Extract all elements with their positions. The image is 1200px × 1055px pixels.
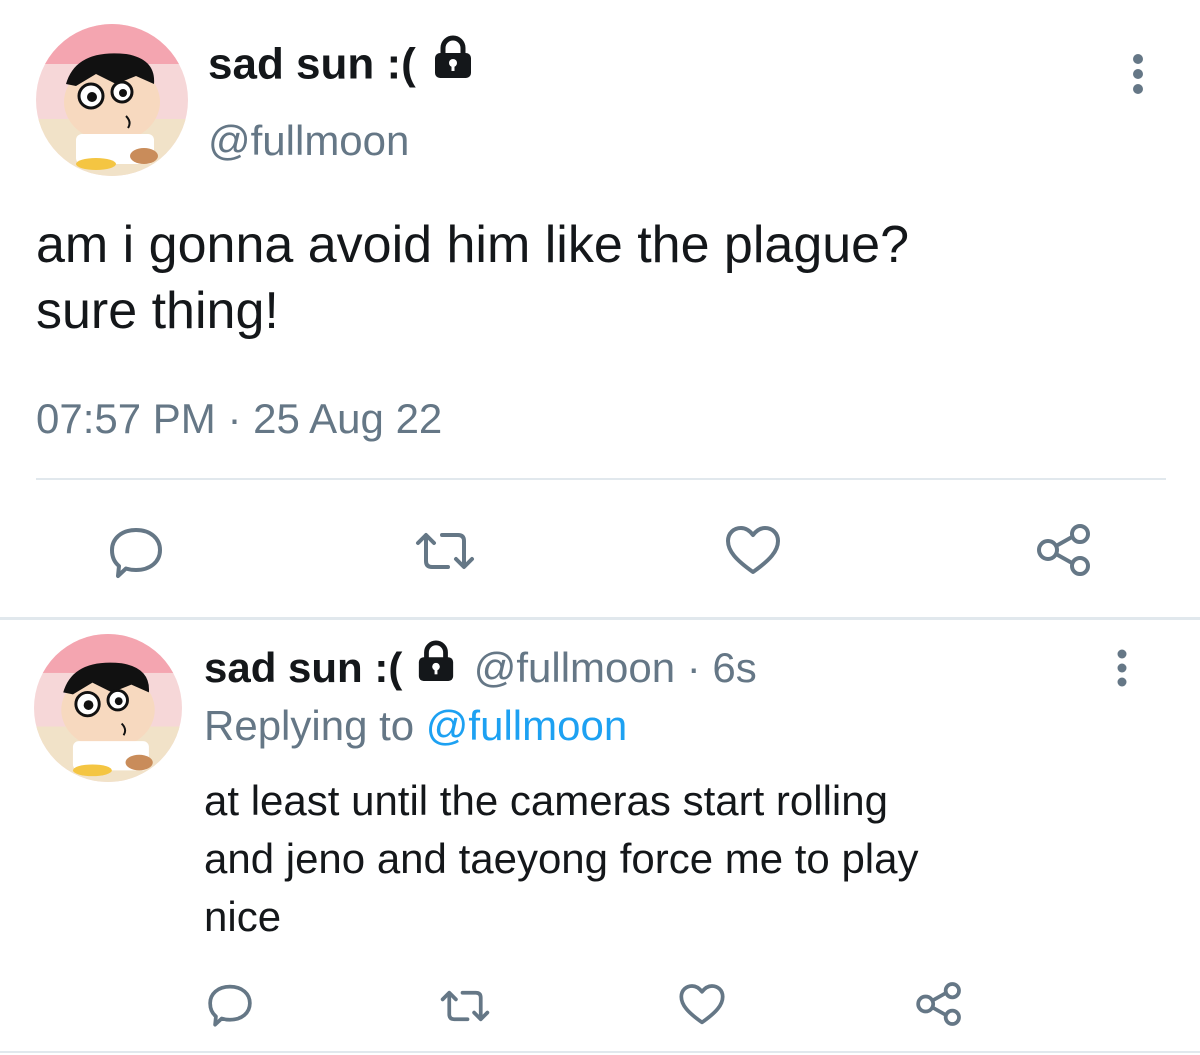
lock-icon [416,639,456,695]
avatar-image [34,634,182,782]
more-vertical-icon[interactable] [1108,648,1136,688]
avatar[interactable] [36,24,188,176]
tweet-text: am i gonna avoid him like the plague? su… [36,212,1166,344]
reply-header: sad sun :( @fullmoon · 6s [204,639,757,699]
reply-text-line: and jeno and taeyong force me to play [204,835,919,882]
tweet-text-line: am i gonna avoid him like the plague? [36,216,910,274]
handle[interactable]: @fullmoon [208,116,409,166]
reply-text-line: nice [204,893,282,940]
reply-avatar[interactable] [34,634,182,782]
reply-text: at least until the cameras start rolling… [204,772,1164,946]
share-icon[interactable] [914,980,964,1028]
reply-icon[interactable] [107,522,165,580]
tweet-text-line: sure thing! [36,282,279,340]
reply-display-name[interactable]: sad sun :( [204,644,402,691]
display-name[interactable]: sad sun :( [208,35,474,96]
timestamp[interactable]: 07:57 PM · 25 Aug 22 [36,394,442,444]
section-divider [0,617,1200,620]
bottom-divider [0,1051,1200,1053]
avatar-image [36,24,188,176]
more-vertical-icon[interactable] [1124,52,1152,96]
replying-to-label: Replying to [204,702,426,749]
retweet-icon[interactable] [436,984,494,1028]
share-icon[interactable] [1034,522,1094,578]
display-name-text[interactable]: sad sun :( [208,40,416,89]
retweet-icon[interactable] [410,525,480,577]
replying-to: Replying to @fullmoon [204,700,627,752]
lock-icon [432,34,474,92]
like-icon[interactable] [724,524,782,578]
reply-text-line: at least until the cameras start rolling [204,777,888,824]
reply-icon[interactable] [206,980,254,1028]
like-icon[interactable] [678,982,726,1028]
reply-handle-time[interactable]: @fullmoon · 6s [474,644,757,691]
replying-to-handle-link[interactable]: @fullmoon [426,702,627,749]
divider [36,478,1166,480]
